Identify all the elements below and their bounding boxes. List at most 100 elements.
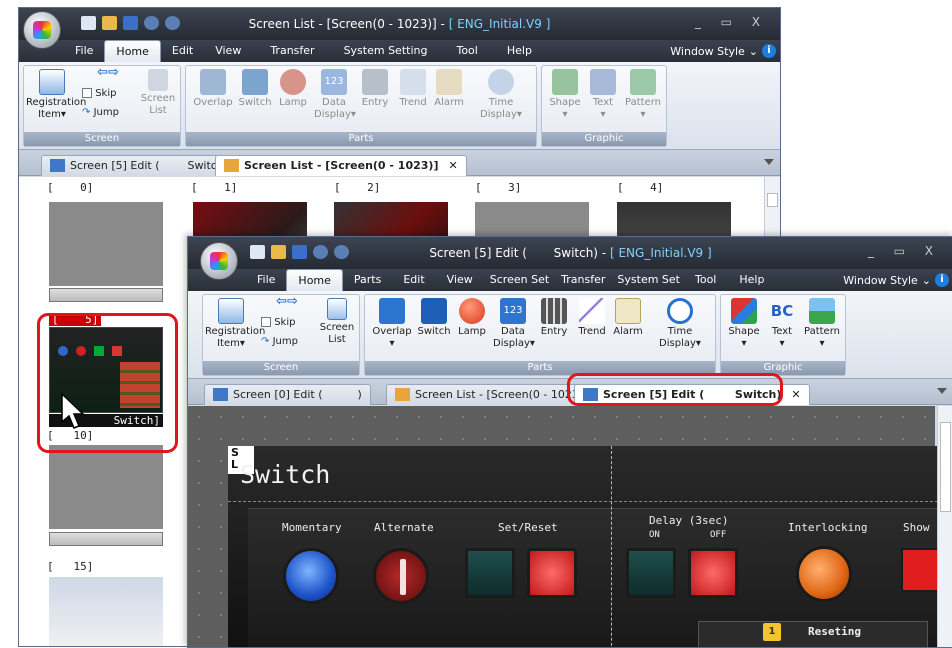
menu-edit[interactable]: Edit	[392, 269, 435, 291]
window-controls[interactable]: _ ▭ X	[868, 244, 941, 258]
registration-item-button[interactable]: Registration Item▾	[26, 69, 86, 121]
menu-parts[interactable]: Parts	[343, 269, 392, 291]
shape-button[interactable]: Shape ▾	[725, 298, 763, 350]
tab-list-dropdown-icon[interactable]	[937, 388, 947, 394]
pattern-button[interactable]: Pattern ▾	[622, 69, 664, 121]
entry-button[interactable]: Entry	[537, 298, 571, 338]
window-style-menu[interactable]: Window Style ⌄ i	[843, 273, 949, 287]
clock-icon	[667, 298, 693, 324]
label-alternate: Alternate	[374, 521, 434, 534]
reset-switch[interactable]	[527, 548, 577, 598]
time-display-button[interactable]: Time Display▾	[655, 298, 705, 350]
set-switch[interactable]	[465, 548, 515, 598]
menu-view[interactable]: View	[204, 40, 252, 62]
ribbon-group-graphic: Shape ▾ Text ▾ Pattern ▾ Graphic	[541, 65, 667, 147]
screen-list-icon	[395, 388, 410, 401]
menu-transfer[interactable]: Transfer	[555, 269, 611, 291]
shape-button[interactable]: Shape ▾	[546, 69, 584, 121]
label-on: ON	[649, 530, 660, 540]
prev-next-arrows[interactable]: ⇦⇨	[263, 295, 311, 308]
ribbon-group-parts: Overlap Switch Lamp 123 Data Display▾ Entr…	[185, 65, 537, 147]
overlap-button[interactable]: Overlap	[192, 69, 234, 109]
title-bar: Screen List - [Screen(0 - 1023)] - [ ENG…	[19, 8, 780, 40]
close-tab-icon[interactable]: ✕	[791, 388, 800, 401]
menu-file[interactable]: File	[246, 269, 286, 291]
window-style-menu[interactable]: Window Style ⌄ i	[670, 44, 776, 58]
screen-list-button[interactable]: Screen List	[138, 69, 178, 117]
screen-edit-canvas[interactable]: SL Switch Momentary Alternate Set/Reset …	[188, 406, 948, 647]
screen-thumbnail[interactable]	[49, 445, 163, 529]
scroll-thumb[interactable]	[767, 193, 778, 207]
screen-thumbnail[interactable]	[49, 577, 163, 646]
overlap-button[interactable]: Overlap ▾	[371, 298, 413, 350]
menu-system-setting[interactable]: System Setting	[326, 40, 439, 62]
menu-tool[interactable]: Tool	[438, 40, 488, 62]
scroll-thumb[interactable]	[940, 422, 951, 512]
text-button[interactable]: Text ▾	[586, 69, 620, 121]
switch-button[interactable]: Switch	[236, 69, 274, 109]
text-button[interactable]: BC Text ▾	[765, 298, 799, 350]
delay-off-switch[interactable]	[688, 548, 738, 598]
menu-help[interactable]: Help	[725, 269, 778, 291]
tab-screen-list[interactable]: Screen List - [Screen(0 - 1023)]	[386, 384, 597, 405]
screen-list-button[interactable]: Screen List	[317, 298, 357, 346]
mouse-cursor-icon	[61, 392, 85, 429]
guide-line	[611, 446, 612, 647]
delay-on-switch[interactable]	[626, 548, 676, 598]
help-icon[interactable]: i	[935, 273, 949, 287]
menu-transfer[interactable]: Transfer	[252, 40, 325, 62]
screen-list-icon	[327, 298, 347, 320]
time-display-button[interactable]: Time Display▾	[476, 69, 526, 121]
switch-icon	[421, 298, 447, 324]
tab-screen-0-edit[interactable]: Screen [0] Edit ( )	[204, 384, 371, 405]
tab-screen-list[interactable]: Screen List - [Screen(0 - 1023)] ✕	[215, 155, 467, 176]
prev-next-arrows[interactable]: ⇦⇨	[84, 66, 132, 79]
alarm-button[interactable]: Alarm	[432, 69, 466, 109]
registration-item-button[interactable]: Registration Item▾	[205, 298, 265, 350]
show-switch[interactable]	[901, 548, 941, 592]
help-icon[interactable]: i	[762, 44, 776, 58]
entry-button[interactable]: Entry	[358, 69, 392, 109]
alarm-button[interactable]: Alarm	[611, 298, 645, 338]
jump-button[interactable]: ↷ Jump	[82, 107, 142, 119]
trend-button[interactable]: Trend	[575, 298, 609, 338]
skip-checkbox[interactable]: Skip	[82, 88, 142, 100]
momentary-switch[interactable]	[283, 548, 339, 604]
screen-thumbnail[interactable]	[49, 202, 163, 286]
data-display-button[interactable]: 123 Data Display▾	[314, 69, 356, 121]
lamp-button[interactable]: Lamp	[455, 298, 489, 338]
thumb-panel	[120, 362, 160, 408]
document-tabs: Screen [5] Edit ( Switch) Screen List - …	[19, 150, 780, 176]
menu-file[interactable]: File	[64, 40, 104, 62]
app-menu-orb[interactable]	[23, 11, 61, 49]
alternate-switch[interactable]	[373, 548, 429, 604]
lamp-button[interactable]: Lamp	[276, 69, 310, 109]
hmi-screen-preview[interactable]: SL Switch Momentary Alternate Set/Reset …	[228, 446, 948, 647]
tab-screen-5-edit[interactable]: Screen [5] Edit ( Switch) ✕	[574, 384, 810, 405]
menu-tool[interactable]: Tool	[686, 269, 725, 291]
menu-view[interactable]: View	[436, 269, 484, 291]
menu-screen-set[interactable]: Screen Set	[484, 269, 555, 291]
menu-system-set[interactable]: System Set	[611, 269, 686, 291]
app-menu-orb[interactable]	[200, 242, 238, 280]
menu-home[interactable]: Home	[104, 40, 161, 62]
menu-home[interactable]: Home	[286, 269, 343, 291]
switch-button[interactable]: Switch	[415, 298, 453, 338]
skip-checkbox[interactable]: Skip	[261, 317, 321, 329]
vertical-scrollbar[interactable]	[937, 406, 952, 647]
menu-help[interactable]: Help	[489, 40, 543, 62]
data-display-button[interactable]: 123 Data Display▾	[493, 298, 535, 350]
text-icon: BC	[770, 302, 794, 320]
interlocking-switch[interactable]	[796, 546, 852, 602]
trend-icon	[579, 298, 605, 324]
trend-button[interactable]: Trend	[396, 69, 430, 109]
menu-edit[interactable]: Edit	[161, 40, 204, 62]
tab-screen-5-edit[interactable]: Screen [5] Edit ( Switch)	[41, 155, 238, 176]
data-display-icon: 123	[321, 69, 347, 95]
close-tab-icon[interactable]: ✕	[448, 159, 457, 172]
pattern-button[interactable]: Pattern ▾	[801, 298, 843, 350]
screen-edit-icon	[583, 388, 598, 401]
window-controls[interactable]: _ ▭ X	[695, 15, 768, 29]
tab-list-dropdown-icon[interactable]	[764, 159, 774, 165]
jump-button[interactable]: ↷ Jump	[261, 336, 321, 348]
